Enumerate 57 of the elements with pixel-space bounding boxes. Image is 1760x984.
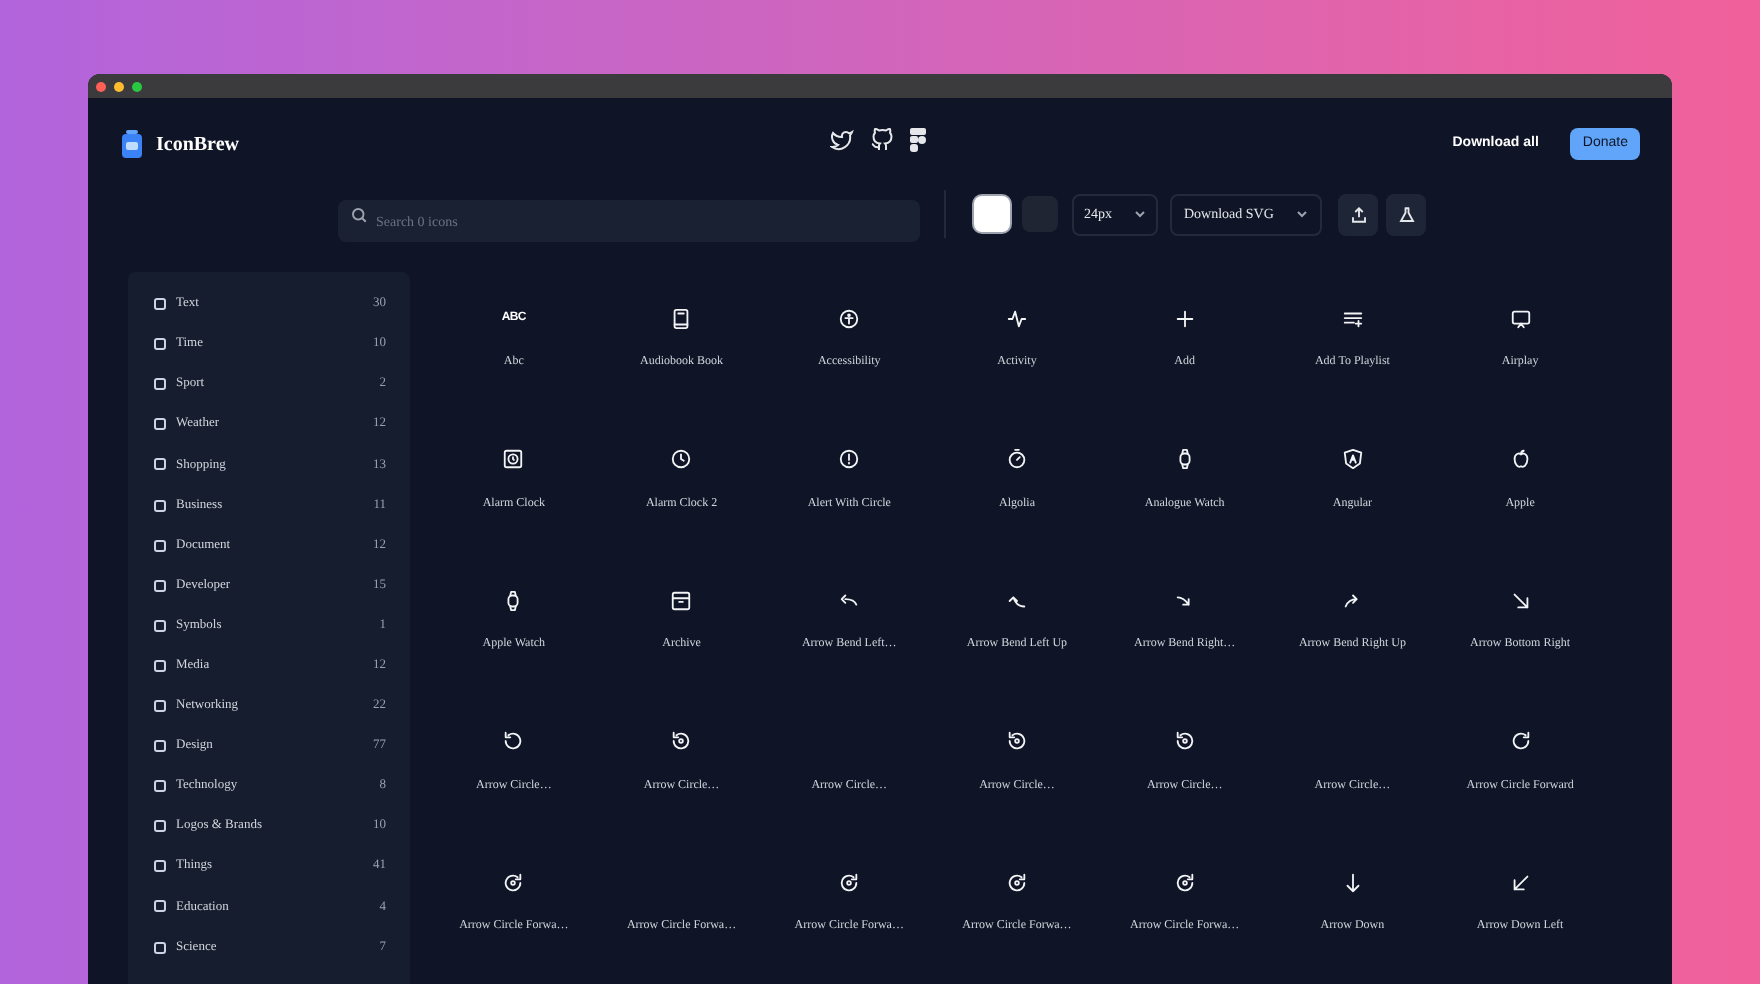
category-icon [154,740,166,753]
caret-icon [1296,210,1308,218]
stopwatch-icon [1005,448,1028,470]
category-icon [154,539,166,552]
pulse-icon [1005,307,1028,329]
category-icon [154,499,166,512]
rotate-arrow-icon [1509,730,1532,752]
category-icon [154,820,166,833]
github-icon[interactable] [870,128,894,152]
bird-icon[interactable] [830,128,854,152]
stacked-shapes-icon[interactable] [910,128,928,152]
category-icon [154,941,166,954]
flask-icon [1397,205,1415,223]
category-icon [154,378,166,391]
category-icon [154,338,166,351]
arrow-icon [1509,871,1532,893]
category-icon [154,458,166,471]
plus-icon [1173,307,1196,329]
search-icon [350,205,368,223]
flask-button[interactable] [1386,193,1426,235]
category-icon [154,418,166,431]
caret-icon [1134,210,1146,218]
arrow-icon [838,589,861,611]
book-icon [670,307,693,329]
category-icon [154,699,166,712]
upload-icon [1349,205,1367,223]
rotate-arrow-icon [1173,730,1196,752]
category-icon [154,619,166,632]
rotate-arrow-icon [502,730,525,752]
clock-icon [502,448,525,470]
accessibility-icon [838,307,861,329]
alert-icon [838,448,861,470]
rotate-arrow-icon [1005,871,1028,893]
upload-button[interactable] [1338,193,1378,235]
rotate-arrow-icon [502,871,525,893]
apple-icon [1509,448,1532,470]
category-icon [154,860,166,873]
jar-icon [120,130,144,158]
rotate-arrow-icon [1005,730,1028,752]
category-icon [154,780,166,793]
rotate-arrow-icon [1173,871,1196,893]
category-icon [154,579,166,592]
archive-icon [670,589,693,611]
category-icon [154,298,166,311]
watch-icon [502,589,525,611]
color-swatch[interactable] [974,196,1010,232]
rotate-arrow-icon [670,730,693,752]
clock-icon [670,448,693,470]
monitor-icon [1509,307,1532,329]
shield-icon [1341,448,1364,470]
playlist-icon [1341,307,1364,329]
category-icon [154,659,166,672]
app-name[interactable]: IconBrew [156,129,239,159]
arrow-down-icon [1341,871,1364,893]
arrow-icon [1509,589,1532,611]
category-icon [154,900,166,913]
rotate-arrow-icon [838,871,861,893]
